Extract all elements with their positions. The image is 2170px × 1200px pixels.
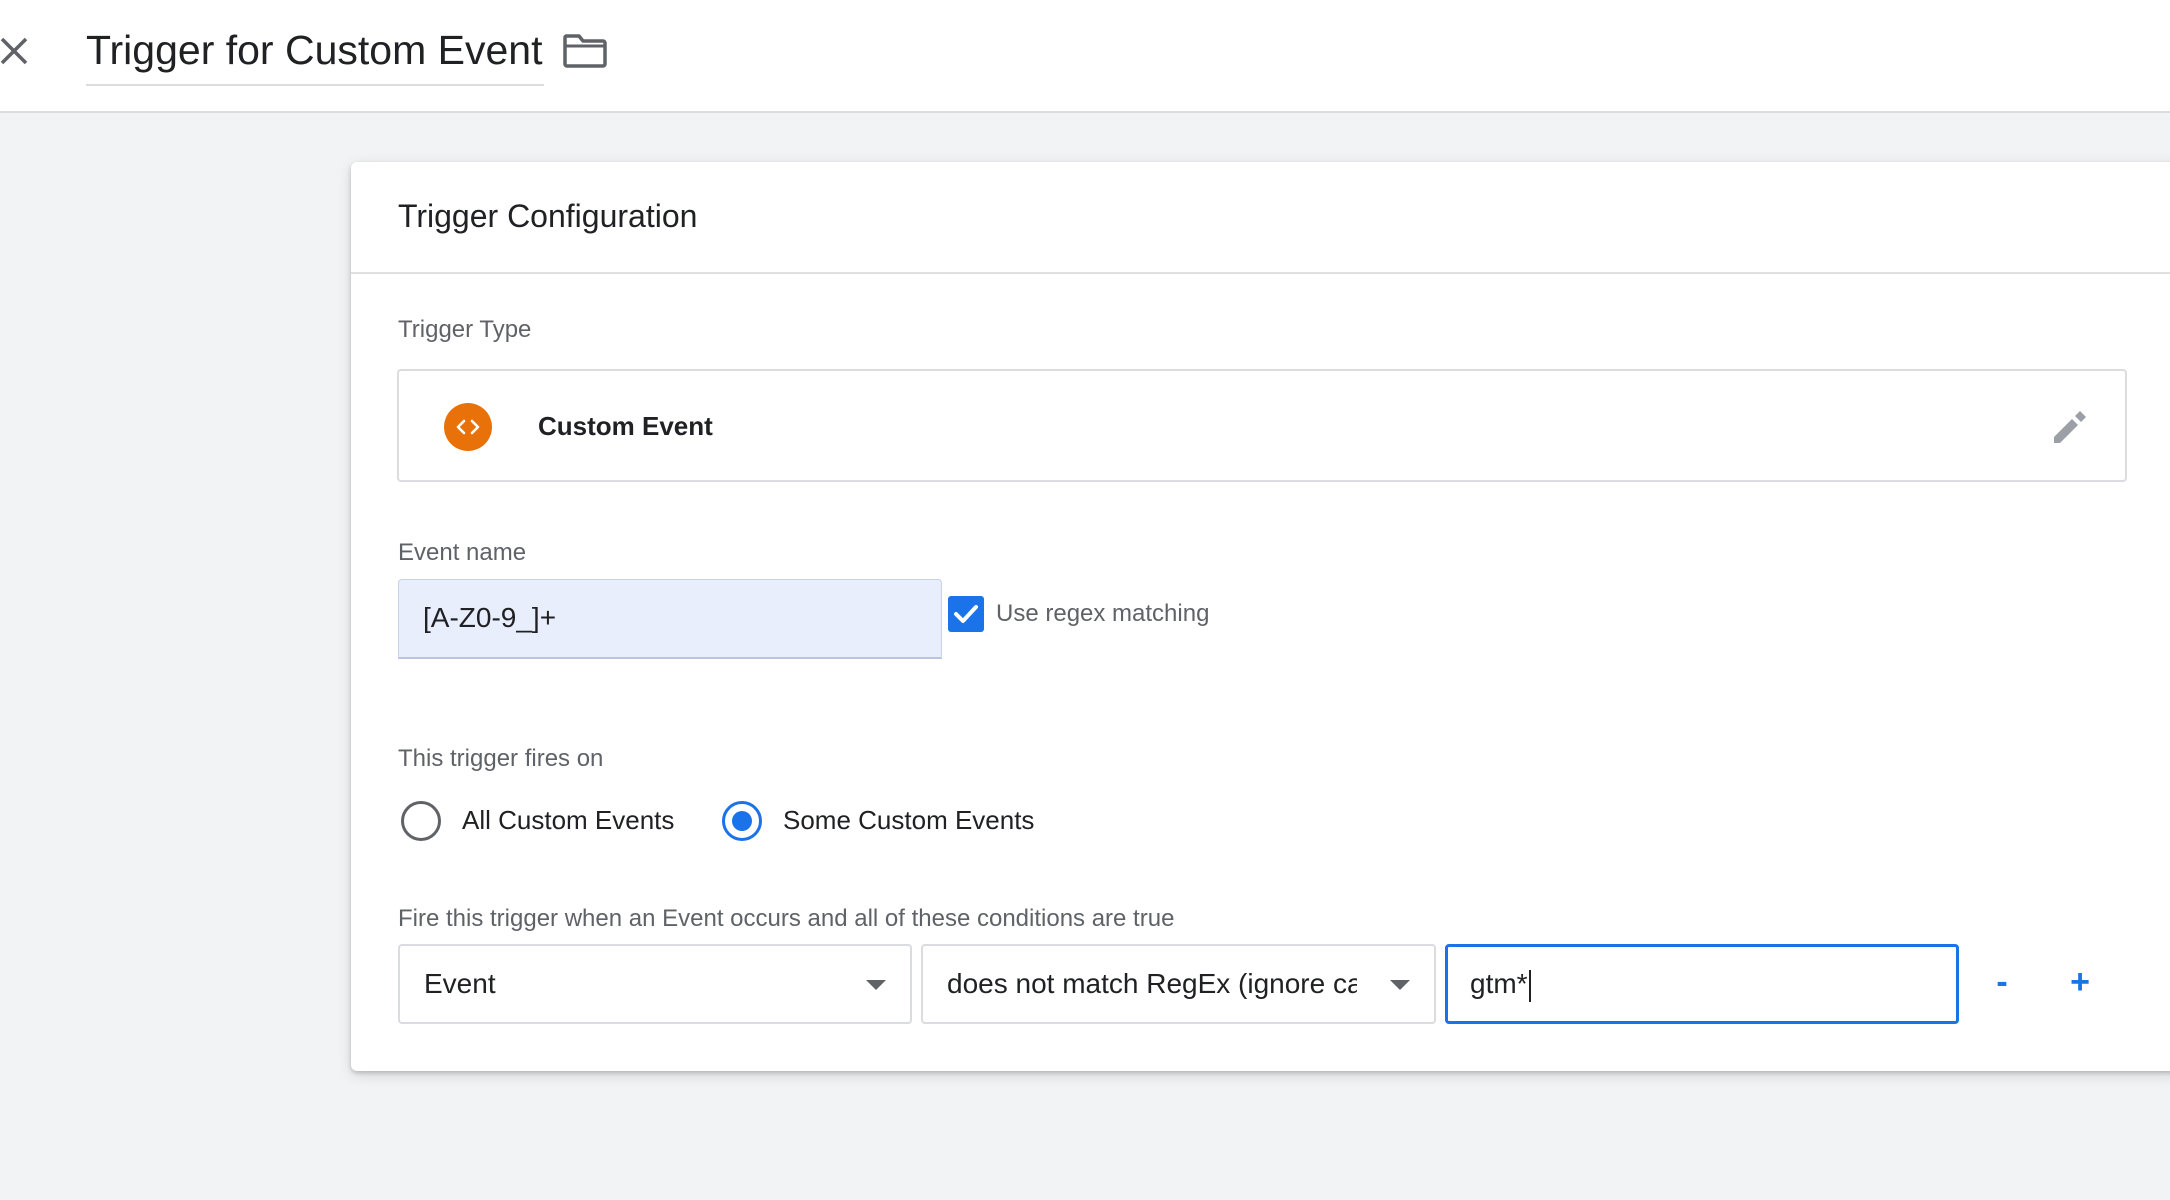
chevron-down-icon xyxy=(1390,980,1410,990)
page-title: Trigger for Custom Event xyxy=(86,27,543,73)
card-title: Trigger Configuration xyxy=(398,198,698,234)
event-name-input[interactable]: [A-Z0-9_]+ xyxy=(398,579,942,659)
folder-button[interactable] xyxy=(562,28,608,72)
add-condition-button[interactable]: + xyxy=(2058,962,2102,1006)
fires-on-label: This trigger fires on xyxy=(398,745,604,772)
condition-variable-value: Event xyxy=(424,968,496,999)
trigger-type-selector[interactable]: Custom Event xyxy=(397,369,2127,482)
folder-icon xyxy=(563,34,607,68)
text-cursor xyxy=(1528,969,1531,1002)
close-button[interactable] xyxy=(0,30,30,70)
regex-checkbox[interactable] xyxy=(948,596,984,632)
checkmark-icon xyxy=(954,605,978,623)
trigger-type-name: Custom Event xyxy=(538,411,713,441)
radio-all-custom-events-label[interactable]: All Custom Events xyxy=(462,802,674,838)
card-header: Trigger Configuration xyxy=(351,162,2170,274)
code-brackets-icon xyxy=(444,403,492,451)
condition-variable-select[interactable]: Event xyxy=(398,944,912,1024)
remove-condition-button[interactable]: - xyxy=(1980,962,2024,1006)
radio-some-custom-events[interactable] xyxy=(722,801,762,841)
condition-value-input[interactable]: gtm* xyxy=(1445,944,1959,1024)
pencil-icon xyxy=(2054,411,2086,443)
edit-trigger-type-button[interactable] xyxy=(2049,407,2089,447)
header: Trigger for Custom Event xyxy=(0,0,2170,113)
event-name-label: Event name xyxy=(398,539,527,566)
condition-label: Fire this trigger when an Event occurs a… xyxy=(398,905,1175,932)
close-icon xyxy=(0,37,28,65)
radio-all-custom-events[interactable] xyxy=(401,801,441,841)
condition-value-text: gtm* xyxy=(1470,968,1528,999)
chevron-down-icon xyxy=(866,980,886,990)
radio-some-custom-events-label[interactable]: Some Custom Events xyxy=(783,802,1034,838)
trigger-type-label: Trigger Type xyxy=(398,316,532,343)
radio-selected-dot xyxy=(732,811,752,831)
condition-operator-value: does not match RegEx (ignore ca xyxy=(947,968,1357,999)
condition-operator-select[interactable]: does not match RegEx (ignore ca xyxy=(921,944,1436,1024)
trigger-configuration-card: Trigger Configuration Trigger Type Custo… xyxy=(351,162,2170,1071)
regex-checkbox-label: Use regex matching xyxy=(996,600,1210,627)
trigger-name-field[interactable]: Trigger for Custom Event xyxy=(86,20,545,86)
